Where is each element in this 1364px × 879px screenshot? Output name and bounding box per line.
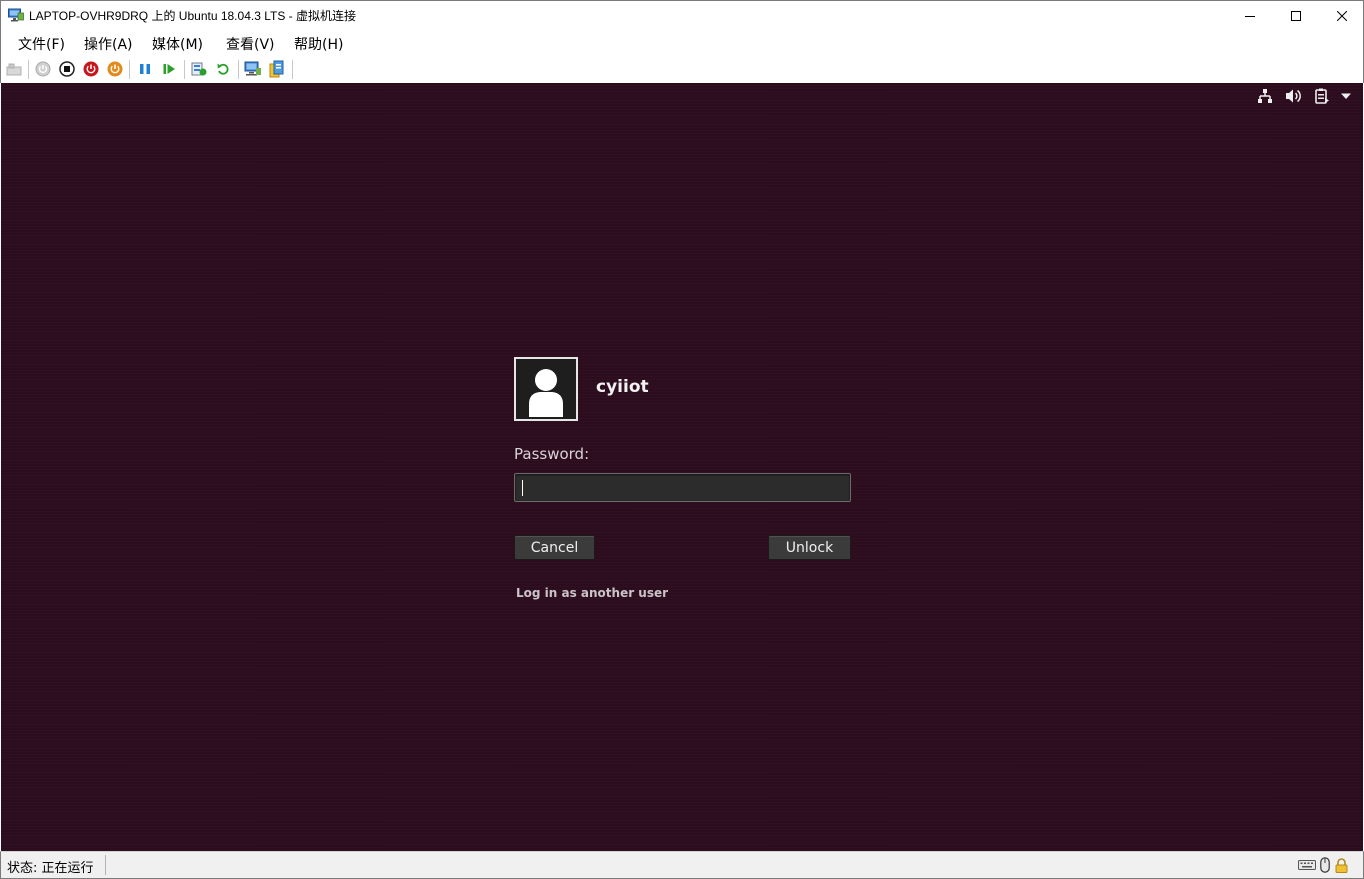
keyboard-icon [1298,857,1316,873]
log-in-as-another-user-link[interactable]: Log in as another user [516,586,668,600]
hyperv-vm-connect-icon [8,8,24,22]
username-label: cyiiot [596,377,649,397]
revert-button[interactable] [214,60,232,78]
power-icon[interactable] [1314,88,1330,104]
enhanced-session-button[interactable] [244,60,262,78]
text-cursor [522,480,523,496]
pause-icon [140,64,150,74]
avatar [514,357,578,421]
maximize-icon [1291,10,1301,21]
status-divider [105,855,106,875]
menu-bar: 文件(F) 操作(A) 媒体(M) 查看(V) 帮助(H) [0,29,1364,56]
menu-media[interactable]: 媒体(M) [152,34,203,54]
menu-action[interactable]: 操作(A) [84,34,133,54]
password-label: Password: [514,445,590,463]
cancel-button[interactable]: Cancel [514,535,595,560]
dropdown-arrow-icon[interactable] [1340,88,1352,104]
window-title-bar[interactable]: LAPTOP-OVHR9DRQ 上的 Ubuntu 18.04.3 LTS - … [0,0,1364,29]
network-icon[interactable] [1257,88,1273,104]
shut-down-icon [83,61,99,77]
save-icon [107,61,123,77]
mouse-icon [1319,857,1331,873]
resume-icon [163,64,175,74]
vm-display[interactable]: cyiiot Password: Cancel Unlock Log in as… [1,83,1363,851]
enhanced-session-icon [244,61,261,76]
ctrl-alt-del-button[interactable] [5,60,23,78]
status-text: 状态: 正在运行 [7,861,94,876]
resume-button[interactable] [160,60,178,78]
checkpoint-button[interactable] [190,60,208,78]
menu-view[interactable]: 查看(V) [226,34,275,54]
turn-off-button[interactable] [58,60,76,78]
close-icon [1337,10,1347,21]
turn-off-icon [59,61,75,77]
menu-file[interactable]: 文件(F) [18,34,65,54]
shut-down-button[interactable] [82,60,100,78]
maximize-button[interactable] [1273,1,1319,30]
toolbar [0,56,1364,83]
password-input[interactable] [514,473,851,502]
minimize-button[interactable] [1227,1,1273,30]
user-icon [529,369,563,417]
window-title: LAPTOP-OVHR9DRQ 上的 Ubuntu 18.04.3 LTS - … [29,9,356,23]
minimize-icon [1245,15,1255,17]
lock-icon [1334,857,1348,873]
checkpoint-icon [191,62,207,76]
start-icon [35,61,51,77]
revert-icon [217,63,229,75]
share-icon [269,60,284,78]
status-bar: 状态: 正在运行 [0,851,1364,879]
menu-help[interactable]: 帮助(H) [294,34,343,54]
share-button[interactable] [268,60,286,78]
volume-icon[interactable] [1285,88,1303,104]
pause-button[interactable] [136,60,154,78]
unlock-button[interactable]: Unlock [768,535,851,560]
save-button[interactable] [106,60,124,78]
start-button[interactable] [34,60,52,78]
close-button[interactable] [1319,1,1364,30]
ctrl-alt-del-icon [6,63,22,76]
